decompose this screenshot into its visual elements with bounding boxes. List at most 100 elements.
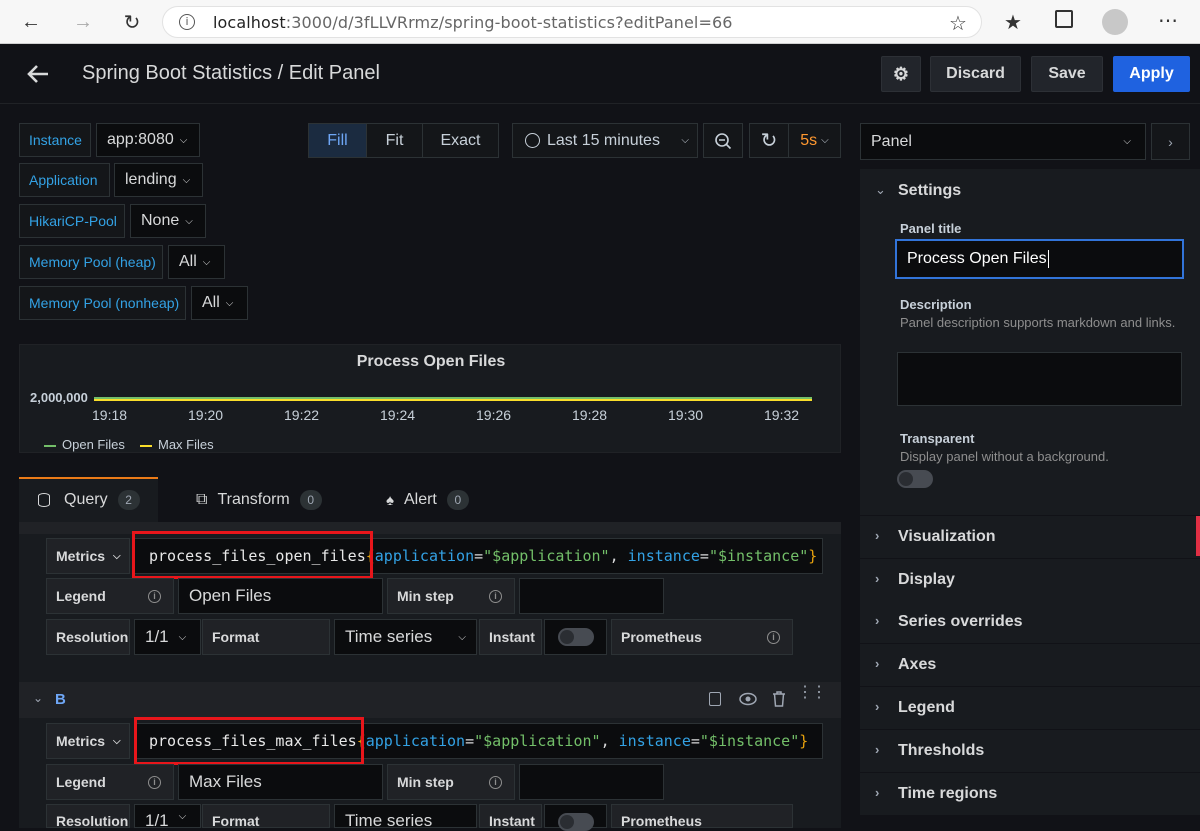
settings-button[interactable]: ⚙ — [881, 56, 921, 92]
variable-select-application[interactable]: lending ⌵ — [114, 163, 203, 197]
min-step-input[interactable] — [519, 578, 664, 614]
drag-handle-icon[interactable]: ⋮⋮ — [797, 685, 827, 701]
legend-format-input[interactable]: Max Files — [178, 764, 383, 800]
format-select[interactable]: Time series — [334, 804, 477, 830]
instant-toggle[interactable] — [558, 628, 594, 646]
chevron-down-icon: ⌵ — [113, 550, 121, 562]
section-thresholds[interactable]: › Thresholds — [860, 730, 1200, 773]
collapse-pane-button[interactable]: › — [1151, 123, 1190, 160]
section-display[interactable]: › Display — [860, 559, 1200, 602]
tab-alert[interactable]: ♠ Alert 0 — [386, 478, 469, 522]
resolution-select[interactable]: 1/1 ⌵ — [134, 804, 201, 830]
legend-swatch-max — [140, 444, 152, 447]
info-icon[interactable]: i — [767, 630, 780, 644]
settings-heading[interactable]: Settings — [898, 182, 961, 200]
browser-toolbar: ← → ↻ i localhost:3000/d/3fLLVRrmz/sprin… — [0, 0, 1200, 44]
info-icon[interactable]: i — [489, 589, 502, 603]
tab-label: Transform — [217, 491, 290, 508]
transform-icon: ⧉ — [196, 491, 208, 508]
save-button[interactable]: Save — [1031, 56, 1103, 92]
address-bar[interactable]: i localhost:3000/d/3fLLVRrmz/spring-boot… — [162, 6, 982, 38]
clock-icon — [525, 133, 540, 148]
more-icon[interactable]: ⋯ — [1158, 8, 1179, 33]
view-mode-fit[interactable]: Fit — [366, 123, 423, 158]
variable-select-hikaricp-pool[interactable]: None ⌵ — [130, 204, 206, 238]
chevron-right-icon: › — [875, 656, 880, 671]
legend-item-open-files[interactable]: Open Files — [44, 437, 125, 452]
section-legend[interactable]: › Legend — [860, 687, 1200, 730]
metrics-dropdown[interactable]: Metrics ⌵ — [46, 723, 130, 759]
legend-label: Max Files — [158, 437, 214, 452]
metrics-dropdown[interactable]: Metrics ⌵ — [46, 538, 130, 574]
back-arrow-icon[interactable] — [26, 63, 50, 85]
duplicate-icon[interactable] — [709, 692, 721, 706]
variable-value: app:8080 — [107, 131, 174, 148]
url-path: :3000/d/3fLLVRrmz/spring-boot-statistics… — [285, 13, 733, 32]
chevron-right-icon: › — [875, 571, 880, 586]
section-visualization[interactable]: › Visualization — [860, 516, 1200, 559]
transparent-hint: Display panel without a background. — [900, 449, 1109, 464]
refresh-button[interactable]: ↻ — [749, 123, 789, 158]
variable-value: None — [141, 212, 180, 229]
view-mode-fill[interactable]: Fill — [308, 123, 367, 158]
collections-icon[interactable] — [1055, 10, 1073, 28]
favorite-star-icon[interactable]: ☆ — [949, 11, 967, 36]
section-time-regions[interactable]: › Time regions — [860, 773, 1200, 816]
section-series-overrides[interactable]: › Series overrides — [860, 601, 1200, 644]
info-icon[interactable]: i — [489, 775, 502, 789]
favorites-icon[interactable]: ★ — [1004, 10, 1022, 35]
label-matchers: application="$application", instance="$i… — [374, 547, 809, 565]
format-value: Time series — [345, 627, 433, 646]
trash-icon[interactable] — [772, 691, 786, 707]
legend-swatch-open — [44, 444, 56, 447]
options-tab-select[interactable]: Panel ⌵ — [860, 123, 1146, 160]
format-select[interactable]: Time series ⌵ — [334, 619, 477, 655]
profile-avatar[interactable] — [1102, 9, 1128, 35]
eye-icon[interactable] — [739, 692, 757, 706]
chevron-down-icon[interactable]: ⌄ — [875, 182, 886, 198]
panel-title-input[interactable]: Process Open Files — [895, 239, 1184, 279]
variable-select-memory-pool-heap[interactable]: All ⌵ — [168, 245, 225, 279]
chevron-down-icon: ⌵ — [178, 811, 187, 822]
x-axis-tick: 19:32 — [764, 407, 800, 423]
tab-query[interactable]: Query 2 — [38, 478, 140, 522]
info-icon[interactable]: i — [148, 775, 161, 789]
apply-button[interactable]: Apply — [1113, 56, 1190, 92]
x-axis-tick: 19:20 — [188, 407, 224, 423]
refresh-interval-picker[interactable]: 5s ⌵ — [788, 123, 841, 158]
tab-count-badge: 2 — [117, 490, 140, 510]
instant-toggle[interactable] — [558, 813, 594, 831]
x-axis-tick: 19:26 — [476, 407, 512, 423]
bell-icon: ♠ — [386, 491, 394, 509]
variable-select-memory-pool-nonheap[interactable]: All ⌵ — [191, 286, 248, 320]
discard-button[interactable]: Discard — [930, 56, 1021, 92]
section-axes[interactable]: › Axes — [860, 644, 1200, 687]
min-step-input[interactable] — [519, 764, 664, 800]
instant-label-cell: Instant — [479, 619, 542, 655]
legend-label: Legend — [56, 774, 106, 790]
resolution-select[interactable]: 1/1 ⌵ — [134, 619, 201, 655]
zoom-out-button[interactable] — [703, 123, 743, 158]
info-icon[interactable]: i — [148, 589, 161, 603]
legend-format-input[interactable]: Open Files — [178, 578, 383, 614]
tab-transform[interactable]: ⧉ Transform 0 — [196, 478, 322, 522]
back-arrow-icon[interactable]: ← — [16, 8, 46, 36]
chevron-down-icon: ⌵ — [178, 631, 187, 643]
tab-count-badge: 0 — [299, 490, 322, 510]
section-title: Time regions — [898, 785, 998, 802]
chevron-down-icon[interactable]: ⌄ — [33, 691, 43, 705]
legend-item-max-files[interactable]: Max Files — [140, 437, 214, 452]
view-mode-exact[interactable]: Exact — [422, 123, 499, 158]
query-letter[interactable]: B — [55, 691, 66, 708]
reload-icon[interactable]: ↻ — [117, 8, 147, 36]
transparent-toggle[interactable] — [897, 470, 933, 488]
chevron-down-icon: ⌵ — [821, 135, 829, 146]
info-icon[interactable]: i — [179, 14, 195, 30]
description-textarea[interactable] — [897, 352, 1182, 406]
min-step-label-cell: Min step i — [387, 764, 515, 800]
text-cursor — [1047, 250, 1049, 268]
time-range-picker[interactable]: Last 15 minutes ⌵ — [512, 123, 698, 158]
forward-arrow-icon[interactable]: → — [68, 8, 98, 36]
description-hint: Panel description supports markdown and … — [900, 315, 1176, 330]
variable-select-instance[interactable]: app:8080 ⌵ — [96, 123, 200, 157]
